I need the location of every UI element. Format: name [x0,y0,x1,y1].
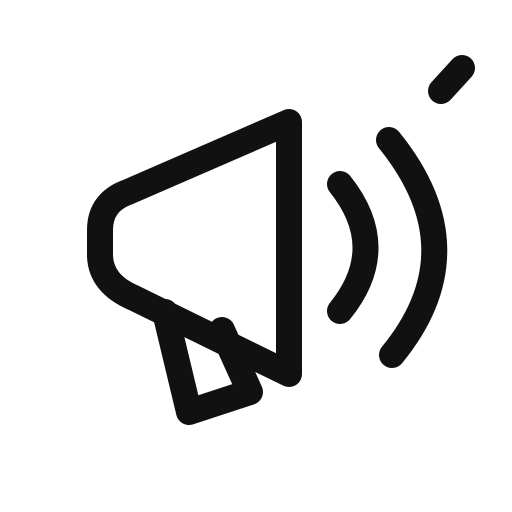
sound-wave-outer [376,127,448,368]
icon-canvas [0,0,512,512]
megaphone-icon [87,55,475,425]
sound-wave-inner [327,171,379,324]
sound-accent-dash [428,55,475,104]
megaphone-body [87,109,302,387]
